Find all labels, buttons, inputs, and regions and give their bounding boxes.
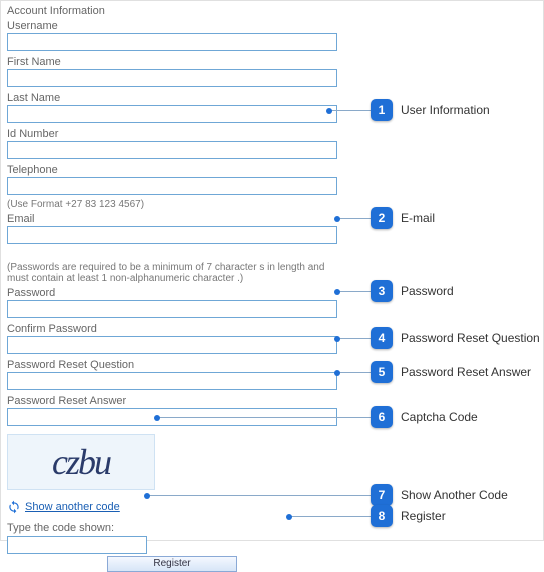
callout-password: 3 Password [371,280,454,302]
confirm-password-input[interactable] [7,336,337,354]
telephone-label: Telephone [7,163,347,177]
callout-captcha: 6 Captcha Code [371,406,478,428]
username-field: Username [7,19,347,51]
callout-text: User Information [401,103,490,117]
refresh-icon[interactable] [7,500,21,514]
callout-user-information: 1 User Information [371,99,490,121]
idnumber-input[interactable] [7,141,337,159]
register-button[interactable]: Register [107,556,237,572]
leader-line [149,495,371,496]
callout-reset-answer: 5 Password Reset Answer [371,361,531,383]
callout-badge: 5 [371,361,393,383]
callout-text: Register [401,509,446,523]
leader-line [339,291,371,292]
registration-form: Account Information Username First Name … [7,5,347,572]
idnumber-field: Id Number [7,127,347,159]
account-info-heading: Account Information [7,5,347,17]
telephone-field: Telephone [7,163,347,195]
reset-answer-label: Password Reset Answer [7,394,347,408]
password-hint: (Passwords are required to be a minimum … [7,262,327,284]
callout-badge: 1 [371,99,393,121]
captcha-image: czbu [7,434,155,490]
leader-line [339,218,371,219]
callout-badge: 4 [371,327,393,349]
password-input[interactable] [7,300,337,318]
register-row: Register [7,556,337,572]
callout-email: 2 E-mail [371,207,435,229]
firstname-field: First Name [7,55,347,87]
captcha-text: czbu [52,441,110,483]
username-input[interactable] [7,33,337,51]
lastname-field: Last Name [7,91,347,123]
callout-text: E-mail [401,211,435,225]
confirm-password-field: Confirm Password [7,322,347,354]
email-input[interactable] [7,226,337,244]
reset-answer-field: Password Reset Answer [7,394,347,426]
page-container: Account Information Username First Name … [0,0,544,541]
firstname-input[interactable] [7,69,337,87]
reset-question-label: Password Reset Question [7,358,347,372]
telephone-hint: (Use Format +27 83 123 4567) [7,199,347,210]
type-code-label: Type the code shown: [7,522,347,534]
callout-badge: 7 [371,484,393,506]
callout-text: Captcha Code [401,410,478,424]
confirm-password-label: Confirm Password [7,322,347,336]
firstname-label: First Name [7,55,347,69]
reset-question-input[interactable] [7,372,337,390]
callout-badge: 3 [371,280,393,302]
callout-badge: 2 [371,207,393,229]
reset-question-field: Password Reset Question [7,358,347,390]
callout-text: Show Another Code [401,488,508,502]
show-another-code-link[interactable]: Show another code [25,501,120,513]
callout-reset-question: 4 Password Reset Question [371,327,540,349]
email-field: Email [7,212,347,244]
idnumber-label: Id Number [7,127,347,141]
leader-line [331,110,371,111]
password-label: Password [7,286,347,300]
captcha-code-input[interactable] [7,536,147,554]
lastname-input[interactable] [7,105,337,123]
leader-line [339,372,371,373]
leader-line [159,417,371,418]
callout-text: Password [401,284,454,298]
callout-text: Password Reset Question [401,331,540,345]
leader-line [339,338,371,339]
callout-register: 8 Register [371,505,446,527]
callout-badge: 6 [371,406,393,428]
refresh-row: Show another code [7,500,347,514]
callout-badge: 8 [371,505,393,527]
callout-show-another: 7 Show Another Code [371,484,508,506]
leader-line [291,516,371,517]
username-label: Username [7,19,347,33]
callout-text: Password Reset Answer [401,365,531,379]
lastname-label: Last Name [7,91,347,105]
password-field: Password [7,286,347,318]
email-label: Email [7,212,347,226]
telephone-input[interactable] [7,177,337,195]
